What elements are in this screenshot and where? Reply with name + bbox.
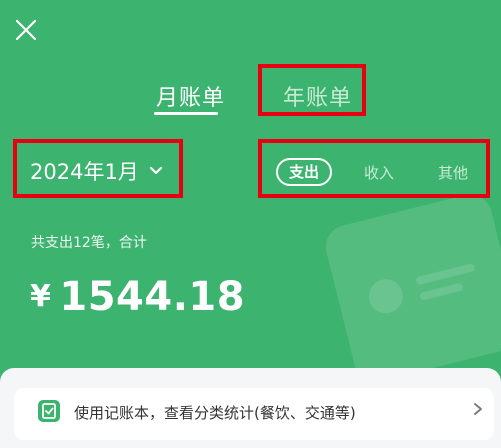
- currency-symbol: ¥: [30, 279, 52, 314]
- chevron-right-icon: [474, 403, 482, 415]
- tab-month-bill[interactable]: 月账单: [156, 80, 225, 112]
- filter-other-button[interactable]: 其他: [438, 162, 468, 183]
- filter-income-button[interactable]: 收入: [364, 162, 394, 183]
- chevron-down-icon: [149, 166, 162, 175]
- decorative-card: [321, 189, 501, 387]
- decorative-line: [419, 282, 464, 301]
- date-label: 2024年1月: [30, 160, 139, 184]
- total-amount: ¥1544.18: [30, 274, 245, 320]
- banner-text: 使用记账本，查看分类统计(餐饮、交通等): [74, 404, 356, 422]
- date-selector[interactable]: 2024年1月: [30, 156, 163, 186]
- filter-expense-button[interactable]: 支出: [276, 158, 332, 186]
- close-button[interactable]: [14, 18, 38, 42]
- decorative-dot: [365, 275, 407, 317]
- tab-active-underline: [154, 112, 218, 115]
- summary-text: 共支出12笔，合计: [31, 235, 147, 251]
- amount-value: 1544.18: [59, 274, 246, 320]
- close-icon: [15, 19, 37, 41]
- ledger-icon: [38, 400, 60, 422]
- tab-year-bill[interactable]: 年账单: [283, 80, 352, 112]
- decorative-line: [415, 263, 476, 286]
- ledger-banner[interactable]: 使用记账本，查看分类统计(餐饮、交通等): [14, 388, 494, 440]
